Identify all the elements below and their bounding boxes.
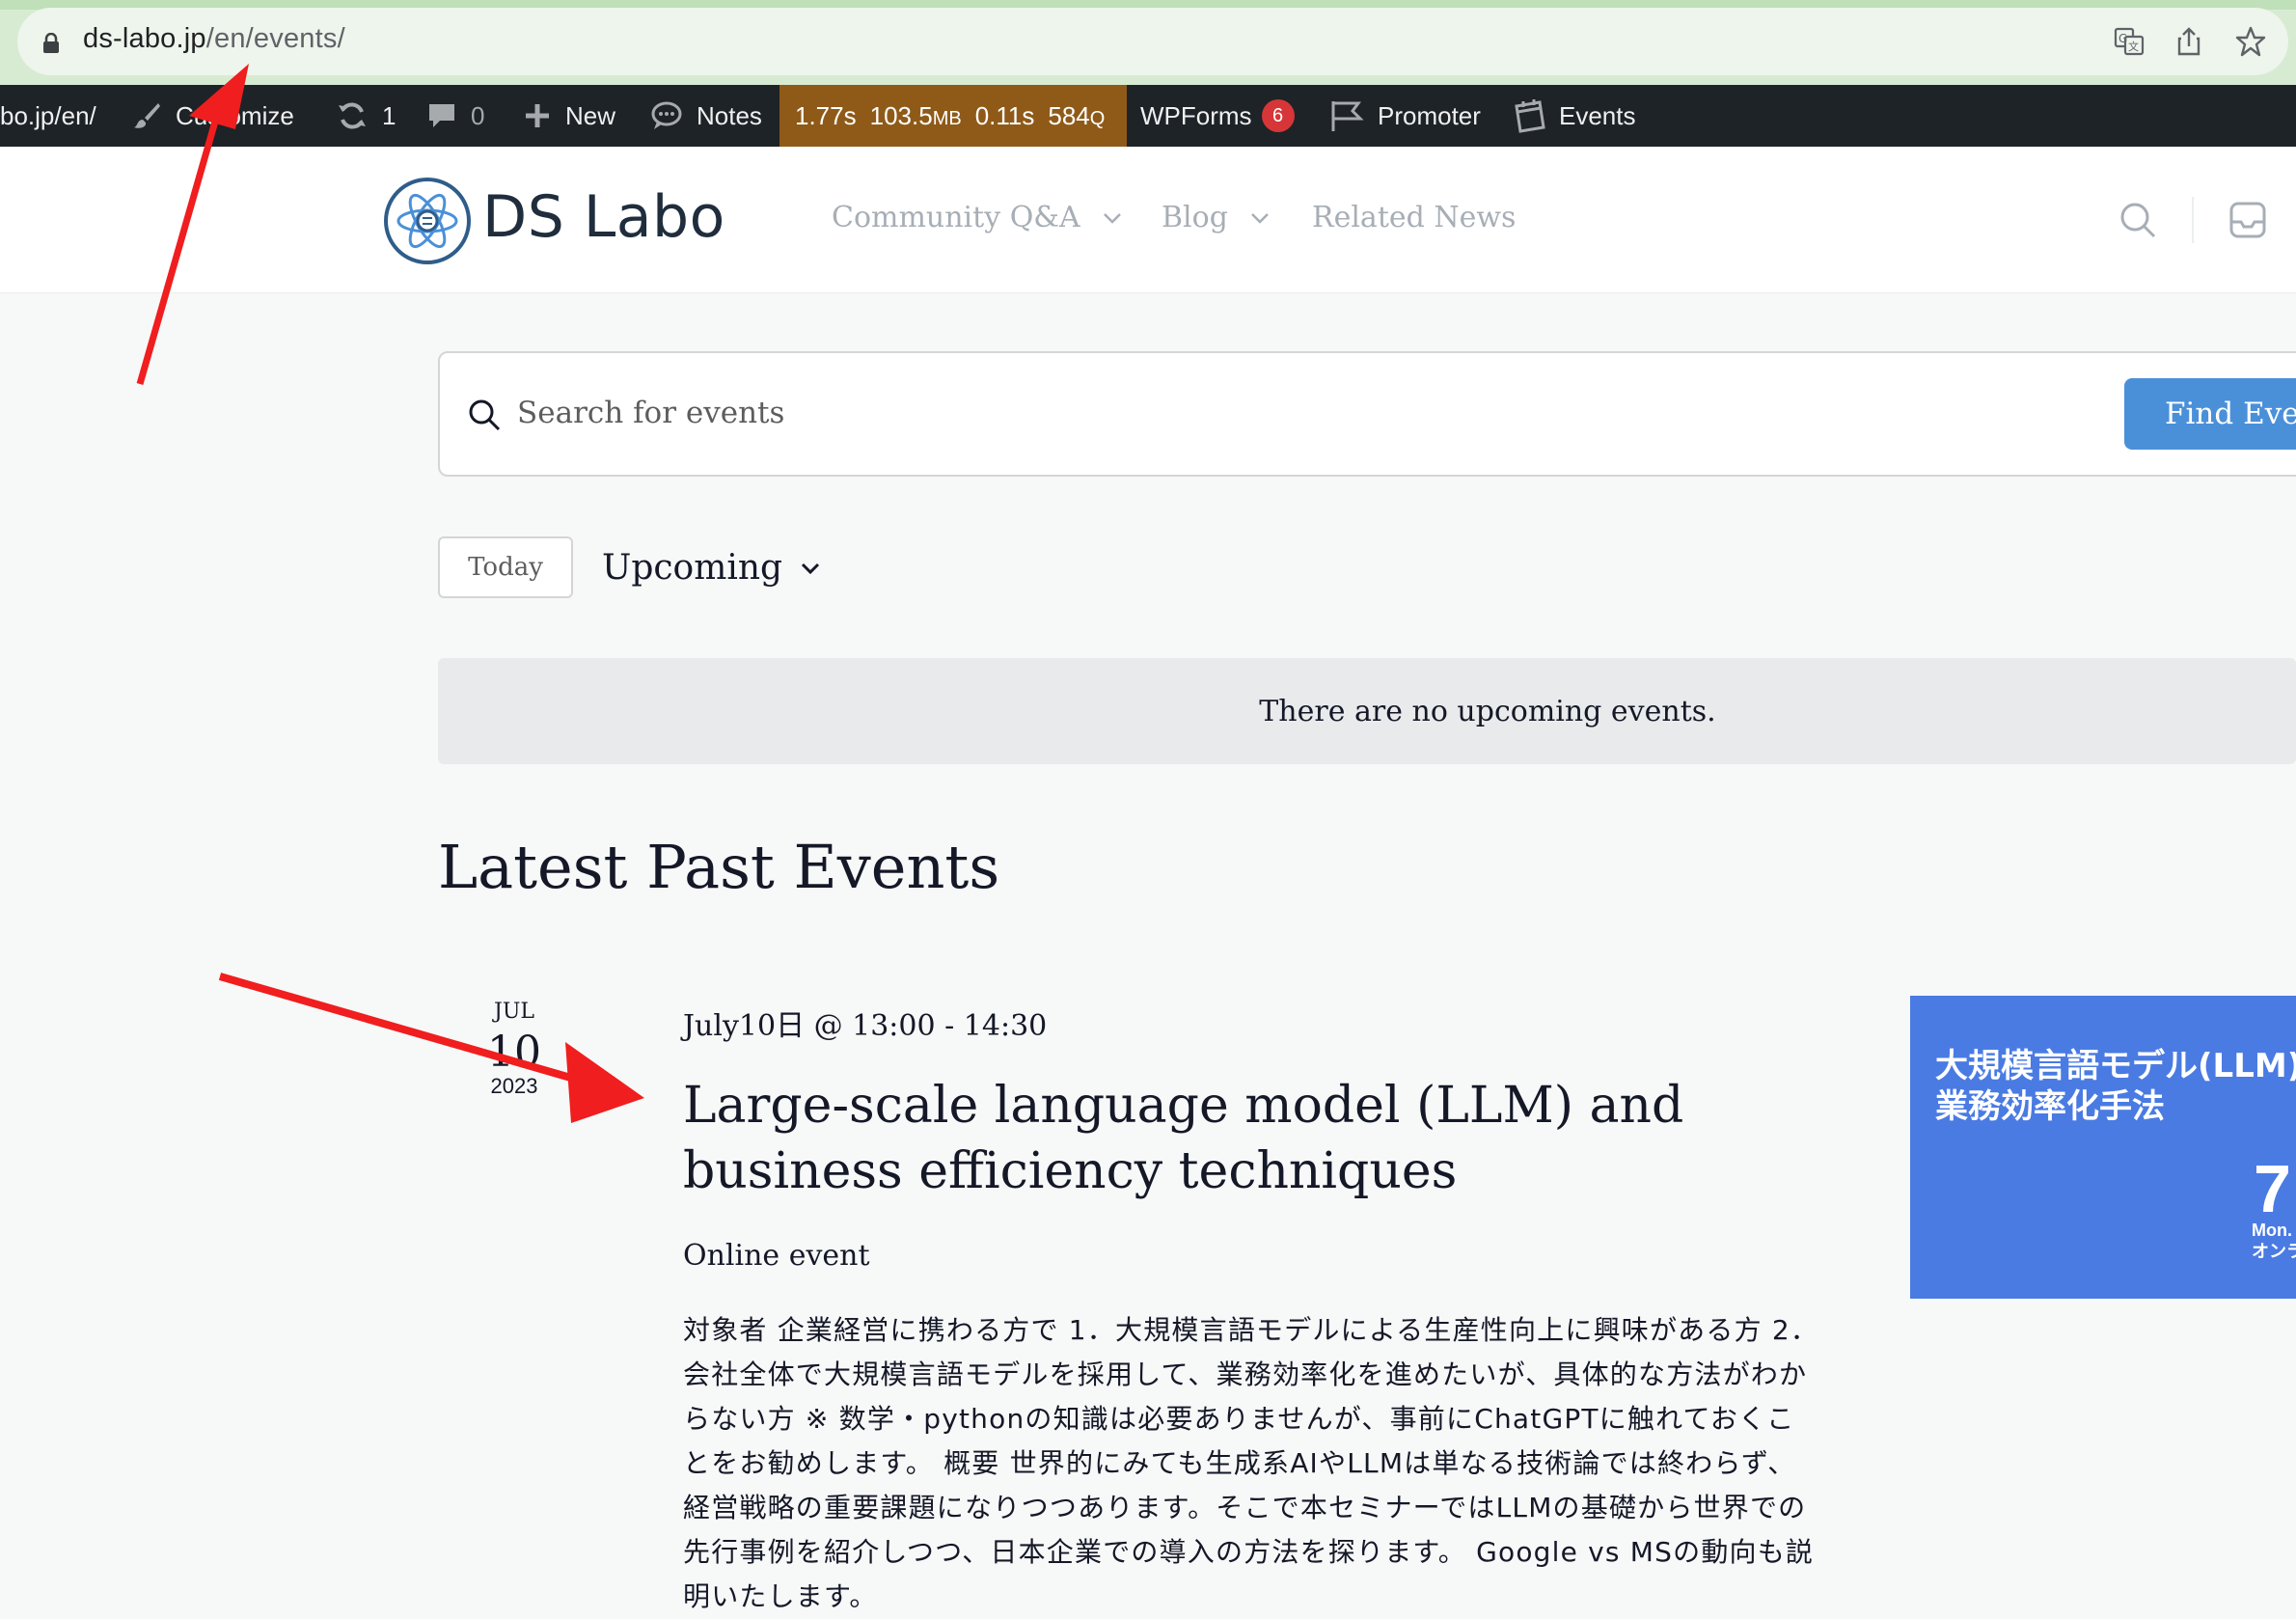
event-thumbnail[interactable]: 大規模言語モデル(LLM) 業務効率化手法 7 Mon. オンラ [1910,996,2296,1299]
url-text[interactable]: ds-labo.jp/en/events/ [83,23,345,55]
comment-icon [429,104,454,127]
view-selector-upcoming[interactable]: Upcoming [602,548,821,588]
perf-time-2: 0.11s [974,100,1035,130]
event-venue: Online event [683,1239,870,1273]
nav-blog-label: Blog [1162,201,1228,234]
admin-events-label: Events [1559,100,1636,130]
perf-time-1: 1.77s [795,100,857,130]
admin-customize-label: Customize [176,100,294,130]
site-header: DS Labo Community Q&A Blog Related News [0,147,2296,293]
admin-customize[interactable]: Customize [131,85,294,147]
thumbnail-subtext: Mon. オンラ [2252,1220,2296,1262]
logo-atom-icon[interactable] [382,176,473,266]
svg-text:文: 文 [2128,40,2139,53]
event-date-month: JUL [494,1000,534,1024]
admin-site-link-label: bo.jp/en/ [0,100,96,130]
thumbnail-title: 大規模言語モデル(LLM) 業務効率化手法 [1935,1046,2296,1127]
nav-related-news[interactable]: Related News [1312,201,1516,234]
thumbnail-title-line-1: 大規模言語モデル(LLM) [1935,1047,2296,1085]
admin-comments[interactable]: 0 [426,85,484,147]
admin-events[interactable]: Events [1513,85,1636,147]
nav-community-qa[interactable]: Community Q&A [832,201,1123,234]
admin-wpforms-label: WPForms [1140,100,1252,130]
thumbnail-weekday: Mon. [2252,1221,2292,1240]
thumbnail-title-line-2: 業務効率化手法 [1935,1087,2165,1126]
search-icon [469,399,501,431]
no-events-notice: There are no upcoming events. [438,658,2296,764]
wpforms-count-badge: 6 [1261,99,1295,132]
event-date-day: 10 [487,1028,541,1077]
past-events-title: Latest Past Events [438,832,1000,902]
browser-toolbar: ds-labo.jp/en/events/ G 文 [0,0,2296,85]
site-logo-text[interactable]: DS Labo [482,183,725,251]
event-date-tag: JUL 10 2023 [450,1000,579,1099]
admin-comments-count: 0 [471,100,485,130]
event-description: 対象者 企業経営に携わる方で 1．大規模言語モデルによる生産性向上に興味がある方… [683,1314,1819,1612]
header-search-icon[interactable] [2118,201,2157,239]
url-path: /en/events/ [205,23,345,54]
nav-blog[interactable]: Blog [1162,201,1271,234]
refresh-icon [339,102,366,129]
bookmark-star-icon[interactable] [2234,25,2267,58]
admin-site-link[interactable]: bo.jp/en/ [0,85,96,147]
event-search-input[interactable]: Search for events [517,396,784,430]
red-arrow-to-event [218,973,644,1123]
find-events-button[interactable]: Find Events [2124,378,2296,450]
perf-memory-value: 103.5 [869,100,933,130]
admin-promoter[interactable]: Promoter [1327,85,1481,147]
notes-icon [651,101,682,129]
today-button[interactable]: Today [438,536,573,598]
thumbnail-mode: オンラ [2252,1242,2296,1261]
admin-new-label: New [565,100,616,130]
admin-wpforms[interactable]: WPForms 6 [1140,85,1295,147]
lock-icon[interactable] [42,33,60,54]
nav-related-news-label: Related News [1312,201,1517,234]
wp-admin-bar: bo.jp/en/ Customize 1 0 New Notes 1.77s … [0,85,2296,147]
inbox-icon[interactable] [2228,201,2267,239]
perf-memory: 103.5MB [870,101,962,131]
thumbnail-day: 7 [2254,1151,2291,1226]
chevron-down-icon [802,563,820,574]
perf-queries-value: 584 [1048,100,1090,130]
admin-notes-label: Notes [697,100,762,130]
nav-community-qa-label: Community Q&A [832,201,1080,234]
plus-icon [526,104,549,127]
paintbrush-icon [134,103,160,128]
address-bar[interactable] [17,8,2288,75]
translate-icon[interactable]: G 文 [2113,25,2146,58]
admin-query-monitor[interactable]: 1.77s 103.5MB 0.11s 584Q [779,85,1127,147]
admin-updates[interactable]: 1 [336,85,396,147]
calendar-icon [1515,99,1545,133]
view-selector-label: Upcoming [602,548,783,588]
svg-text:G: G [2118,32,2127,45]
event-date-year: 2023 [490,1074,538,1098]
chevron-down-icon [1103,212,1121,224]
flag-icon [1331,101,1364,131]
perf-memory-unit: MB [932,107,962,129]
event-title-link[interactable]: Large-scale language model (LLM) and bus… [683,1073,1841,1204]
chevron-down-icon [1251,212,1269,224]
url-host: ds-labo.jp [83,23,206,54]
admin-new[interactable]: New [523,85,615,147]
admin-notes[interactable]: Notes [650,85,762,147]
share-icon[interactable] [2173,25,2205,58]
perf-queries-unit: Q [1089,107,1106,129]
event-datetime: July10日 @ 13:00 - 14:30 [683,1009,1048,1043]
perf-queries: 584Q [1048,101,1105,131]
admin-promoter-label: Promoter [1378,100,1481,130]
header-divider [2192,197,2194,243]
admin-updates-count: 1 [382,100,396,130]
